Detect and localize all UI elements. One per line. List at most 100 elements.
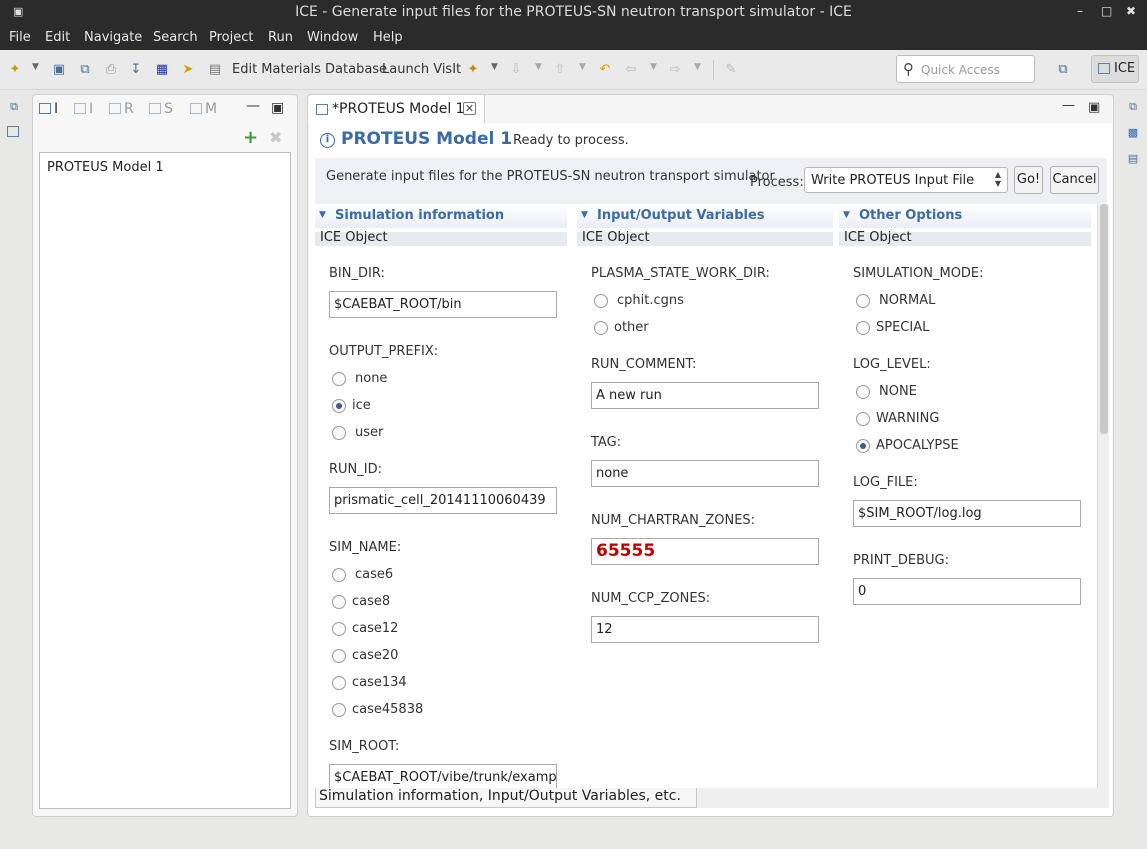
minimize-view-icon[interactable]: —: [246, 98, 260, 114]
section-header[interactable]: ▼ Simulation information: [315, 204, 567, 228]
wand-dropdown-icon[interactable]: ▼: [491, 62, 498, 72]
import-icon[interactable]: ↧: [127, 61, 145, 79]
list-item[interactable]: PROTEUS Model 1: [47, 160, 164, 175]
bin-dir-field[interactable]: $CAEBAT_ROOT/bin: [329, 291, 557, 318]
tab-second-view[interactable]: I: [74, 101, 93, 117]
page-tab[interactable]: Simulation information, Input/Output Var…: [315, 788, 697, 808]
num-ccp-zones-field[interactable]: 12: [591, 616, 819, 643]
run-comment-label: RUN_COMMENT:: [591, 357, 697, 372]
form-status: Ready to process.: [513, 133, 629, 148]
sim-root-field[interactable]: $CAEBAT_ROOT/vibe/trunk/examples: [329, 764, 557, 788]
view-icon: [190, 103, 202, 114]
quick-access-field[interactable]: ⚲ Quick Access: [896, 55, 1035, 83]
form-header: i PROTEUS Model 1 Ready to process.: [315, 125, 1107, 155]
log-file-field[interactable]: $SIM_ROOT/log.log: [853, 500, 1081, 527]
radio-sim-name-case6[interactable]: [332, 568, 346, 582]
minimized-view-icon[interactable]: [7, 126, 19, 137]
num-chartran-zones-field[interactable]: 65555: [591, 538, 819, 565]
menu-project[interactable]: Project: [209, 30, 253, 45]
menu-edit[interactable]: Edit: [45, 30, 70, 45]
menu-run[interactable]: Run: [268, 30, 293, 45]
editor-tab-label: *PROTEUS Model 1: [332, 101, 465, 117]
radio-label: WARNING: [876, 411, 940, 426]
process-select[interactable]: Write PROTEUS Input File ▲ ▼: [804, 167, 1008, 193]
radio-log-level-apocalypse[interactable]: [856, 439, 870, 453]
grid-icon[interactable]: ▦: [153, 61, 171, 79]
next-annotation-icon: ⇩: [510, 62, 522, 77]
run-id-field[interactable]: prismatic_cell_20141110060439: [329, 487, 557, 514]
document-icon[interactable]: ▤: [206, 61, 224, 79]
print-debug-field[interactable]: 0: [853, 578, 1081, 605]
next-annotation-dropdown-icon: ▼: [535, 62, 542, 72]
scrollbar-thumb[interactable]: [1100, 204, 1108, 434]
print-icon[interactable]: ⎙: [102, 61, 120, 79]
tab-r-view[interactable]: R: [109, 101, 134, 117]
save-all-icon[interactable]: ⧉: [76, 61, 94, 79]
editor-tab[interactable]: *PROTEUS Model 1 ✕: [308, 95, 485, 123]
edit-materials-button[interactable]: Edit Materials Database: [232, 62, 387, 77]
wand-icon[interactable]: ✦: [464, 61, 482, 79]
tab-m-view[interactable]: M: [190, 101, 217, 117]
menu-help[interactable]: Help: [373, 30, 403, 45]
close-tab-icon[interactable]: ✕: [463, 102, 476, 115]
properties-view-icon[interactable]: ▩: [1126, 126, 1140, 140]
minimize-editor-icon[interactable]: —: [1062, 98, 1075, 113]
menu-navigate[interactable]: Navigate: [84, 30, 142, 45]
back-icon: ⇦: [625, 62, 637, 77]
radio-sim-name-case20[interactable]: [332, 649, 346, 663]
section-header[interactable]: ▼ Input/Output Variables: [577, 204, 833, 228]
info-icon: i: [320, 133, 335, 148]
radio-sim-name-case134[interactable]: [332, 676, 346, 690]
form-editor: i PROTEUS Model 1 Ready to process. Gene…: [309, 123, 1112, 816]
save-icon[interactable]: ▣: [50, 61, 68, 79]
new-icon[interactable]: ✦: [6, 61, 24, 79]
radio-log-level-warning[interactable]: [856, 412, 870, 426]
tag-field[interactable]: none: [591, 460, 819, 487]
perspective-ice-button[interactable]: ICE: [1091, 55, 1139, 83]
radio-plasma-other[interactable]: [594, 321, 608, 335]
radio-log-level-none[interactable]: [856, 385, 870, 399]
radio-sim-mode-special[interactable]: [856, 321, 870, 335]
right-restore-icon[interactable]: ⧉: [1126, 100, 1140, 114]
close-icon[interactable]: ✖: [1126, 4, 1136, 18]
delete-icon: ✖: [269, 128, 283, 147]
radio-plasma-cphit[interactable]: [594, 294, 608, 308]
launch-visit-button[interactable]: Launch VisIt: [382, 62, 461, 77]
radio-sim-mode-normal[interactable]: [856, 294, 870, 308]
go-button[interactable]: Go!: [1014, 166, 1043, 194]
tab-item-view[interactable]: I: [39, 101, 58, 117]
outline-view-icon[interactable]: ▤: [1126, 152, 1140, 166]
radio-sim-name-case12[interactable]: [332, 622, 346, 636]
vertical-scrollbar[interactable]: [1097, 204, 1109, 788]
add-icon[interactable]: +: [243, 127, 258, 148]
section-subheader: ICE Object: [577, 230, 833, 246]
perspective-icon: [1098, 63, 1110, 74]
radio-output-prefix-none[interactable]: [332, 372, 346, 386]
radio-label: APOCALYPSE: [876, 438, 959, 453]
menu-window[interactable]: Window: [307, 30, 358, 45]
section-simulation-information: ▼ Simulation information ICE Object BIN_…: [315, 204, 567, 814]
forward-arrow-icon[interactable]: ➤: [179, 61, 197, 79]
menu-search[interactable]: Search: [153, 30, 198, 45]
restore-icon[interactable]: ⧉: [7, 100, 21, 114]
menu-file[interactable]: File: [9, 30, 31, 45]
maximize-icon[interactable]: □: [1101, 4, 1112, 18]
radio-output-prefix-ice[interactable]: [332, 399, 346, 413]
last-edit-icon[interactable]: ↶: [596, 61, 614, 79]
radio-output-prefix-user[interactable]: [332, 426, 346, 440]
radio-label: case6: [355, 567, 394, 582]
maximize-editor-icon[interactable]: ▣: [1088, 100, 1100, 115]
new-dropdown-icon[interactable]: ▼: [32, 62, 39, 72]
open-perspective-icon[interactable]: ⧉: [1054, 61, 1072, 79]
radio-sim-name-case8[interactable]: [332, 595, 346, 609]
maximize-view-icon[interactable]: ▣: [271, 100, 284, 116]
tab-s-view[interactable]: S: [149, 101, 173, 117]
title-bar: ▣ ICE - Generate input files for the PRO…: [0, 0, 1147, 26]
cancel-button[interactable]: Cancel: [1050, 166, 1099, 194]
run-comment-field[interactable]: A new run: [591, 382, 819, 409]
run-id-label: RUN_ID:: [329, 462, 382, 477]
section-header[interactable]: ▼ Other Options: [839, 204, 1091, 228]
radio-label: NORMAL: [879, 293, 936, 308]
minimize-icon[interactable]: –: [1077, 4, 1083, 18]
radio-sim-name-case45838[interactable]: [332, 703, 346, 717]
